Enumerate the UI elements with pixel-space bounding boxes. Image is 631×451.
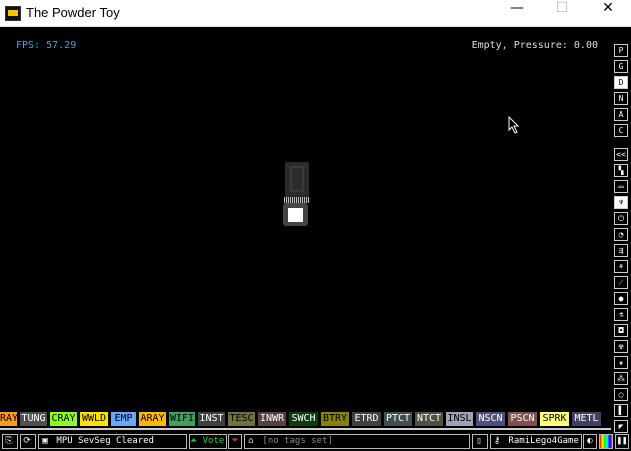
pause-sim-button[interactable]: P bbox=[614, 44, 628, 57]
newtonian-button[interactable]: N bbox=[614, 92, 628, 105]
element-bar: RAY TUNG CRAY WWLD EMP ARAY WIFI INST TESC INWR SW… bbox=[0, 412, 611, 427]
bottom-bar: ⎘ ⟳ ▣ MPU SevSeg Cleared ⏶ Vote ⏷ ⌂ [no … bbox=[0, 433, 631, 451]
fps-label: FPS: bbox=[16, 40, 41, 51]
gravity-button[interactable]: G bbox=[614, 60, 628, 73]
element-inwr[interactable]: INWR bbox=[258, 412, 286, 426]
powders-category-button[interactable]: ● bbox=[614, 292, 628, 305]
element-ntct[interactable]: NTCT bbox=[415, 412, 443, 426]
window-title-bar: The Powder Toy — ☐ ✕ bbox=[0, 0, 631, 27]
vote-down-icon: ⏷ bbox=[231, 436, 239, 446]
maximize-button[interactable]: ☐ bbox=[539, 0, 585, 26]
element-btry[interactable]: BTRY bbox=[321, 412, 349, 426]
element-aray[interactable]: ARAY bbox=[139, 412, 166, 426]
save-icon: ▣ bbox=[42, 436, 48, 446]
vote-up-icon: ⏶ bbox=[190, 436, 198, 446]
save-title-button[interactable]: ▣ MPU SevSeg Cleared bbox=[38, 434, 187, 449]
pause-button[interactable]: ❚❚ bbox=[615, 434, 629, 449]
life-category-button[interactable]: ★ bbox=[614, 356, 628, 369]
gases-category-button[interactable]: ⚘ bbox=[614, 260, 628, 273]
display-base-block bbox=[283, 203, 308, 226]
radioactive-category-button[interactable]: ◘ bbox=[614, 324, 628, 337]
element-ray[interactable]: RAY bbox=[0, 412, 18, 426]
fps-value: 57.29 bbox=[46, 40, 77, 51]
console-button[interactable]: C bbox=[614, 124, 628, 137]
open-save-button[interactable]: ⎘ bbox=[2, 434, 18, 449]
window-title: The Powder Toy bbox=[26, 5, 120, 20]
hover-status: Empty, Pressure: 0.00 bbox=[471, 40, 598, 51]
username: RamiLego4Game bbox=[508, 436, 579, 446]
special-category-button[interactable]: ☢ bbox=[614, 340, 628, 353]
close-button[interactable]: ✕ bbox=[585, 0, 631, 26]
ambient-heat-button[interactable]: A bbox=[614, 108, 628, 121]
liquids-category-button[interactable]: ⁄ bbox=[614, 276, 628, 289]
element-etrd[interactable]: ETRD bbox=[352, 412, 381, 426]
menu-collapse-button[interactable]: << bbox=[614, 148, 628, 161]
render-options-button[interactable] bbox=[599, 434, 613, 449]
open-icon: ⎘ bbox=[5, 436, 13, 446]
tools-category-button[interactable]: ⁂ bbox=[614, 372, 628, 385]
vote-down-button[interactable]: ⏷ bbox=[228, 434, 242, 449]
save-title: MPU SevSeg Cleared bbox=[56, 436, 154, 446]
element-sprk[interactable]: SPRK bbox=[540, 412, 569, 426]
reload-button[interactable]: ⟳ bbox=[20, 434, 36, 449]
login-button[interactable]: ⚷ RamiLego4Game bbox=[490, 434, 582, 449]
element-wwld[interactable]: WWLD bbox=[80, 412, 108, 426]
minimize-button[interactable]: — bbox=[494, 0, 540, 26]
element-emp[interactable]: EMP bbox=[111, 412, 136, 426]
electronics-category-button[interactable]: ▭ bbox=[614, 180, 628, 193]
favorites-category-button[interactable]: ○ bbox=[614, 388, 628, 401]
search-category-button[interactable]: ◤ bbox=[614, 420, 628, 433]
element-cray[interactable]: CRAY bbox=[50, 412, 77, 426]
new-page-icon: ▯ bbox=[476, 436, 482, 446]
reload-icon: ⟳ bbox=[23, 436, 31, 446]
solids-category-button[interactable]: ⚗ bbox=[614, 308, 628, 321]
powered-category-button[interactable]: ♆ bbox=[614, 196, 628, 209]
vote-up-button[interactable]: ⏶ Vote bbox=[189, 434, 227, 449]
seven-segment-display bbox=[285, 162, 309, 198]
app-icon bbox=[5, 6, 21, 21]
decorations-button[interactable]: D bbox=[614, 76, 628, 89]
element-metl[interactable]: METL bbox=[572, 412, 601, 426]
element-inst[interactable]: INST bbox=[198, 412, 225, 426]
mouse-cursor-icon bbox=[508, 116, 520, 134]
fps-counter: FPS: 57.29 bbox=[16, 40, 76, 51]
key-icon: ⚷ bbox=[493, 436, 501, 446]
settings-icon: ◐ bbox=[587, 436, 593, 446]
explosives-category-button[interactable]: ⇶ bbox=[614, 244, 628, 257]
vote-label: Vote bbox=[202, 436, 225, 446]
element-tung[interactable]: TUNG bbox=[20, 412, 47, 426]
element-insl[interactable]: INSL bbox=[446, 412, 473, 426]
element-pscn[interactable]: PSCN bbox=[508, 412, 537, 426]
tag-icon: ⌂ bbox=[248, 436, 254, 446]
walls-category-button[interactable]: ▚ bbox=[614, 164, 628, 177]
element-tesc[interactable]: TESC bbox=[228, 412, 255, 426]
tags-button[interactable]: ⌂ [no tags set] bbox=[244, 434, 470, 449]
element-ptct[interactable]: PTCT bbox=[384, 412, 412, 426]
decoration-tools-button[interactable]: ▌ bbox=[614, 404, 628, 417]
sensors-category-button[interactable]: ⏻ bbox=[614, 212, 628, 225]
element-nscn[interactable]: NSCN bbox=[476, 412, 505, 426]
element-bar-divider bbox=[0, 428, 611, 430]
tags-text: [no tags set] bbox=[262, 436, 333, 446]
clear-sim-button[interactable]: ▯ bbox=[472, 434, 488, 449]
pause-icon: ❚❚ bbox=[616, 436, 628, 446]
force-category-button[interactable]: ◔ bbox=[614, 228, 628, 241]
element-swch[interactable]: SWCH bbox=[289, 412, 318, 426]
settings-button[interactable]: ◐ bbox=[583, 434, 597, 449]
element-wifi[interactable]: WIFI bbox=[169, 412, 195, 426]
